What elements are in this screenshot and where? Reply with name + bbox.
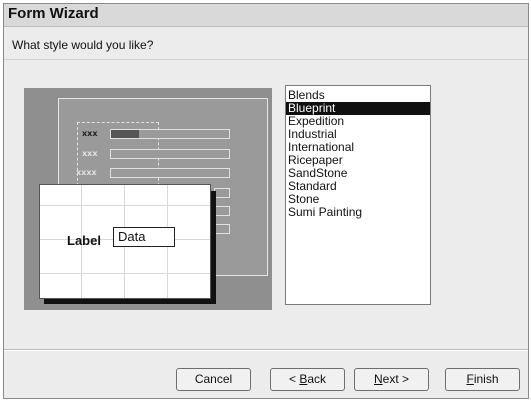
preview-row-field: [110, 168, 230, 178]
preview-row-label: xxxx: [76, 168, 97, 177]
cancel-button-label: Cancel: [194, 372, 233, 386]
window-title: Form Wizard: [8, 5, 99, 22]
preview-row-label: xxx: [82, 149, 98, 158]
preview-row-field: [214, 206, 230, 216]
preview-row-field: [110, 129, 230, 139]
finish-button[interactable]: Finish: [445, 368, 520, 391]
style-list-item[interactable]: Sumi Painting: [286, 206, 430, 219]
back-button-prefix: <: [288, 372, 300, 386]
preview-data-field: Data: [113, 227, 175, 247]
back-button-label: ack: [307, 372, 327, 386]
next-button-label: ext >: [382, 372, 410, 386]
preview-row-field: [110, 149, 230, 159]
style-prompt: What style would you like?: [12, 38, 154, 52]
preview-row-field: [214, 224, 230, 234]
finish-button-mnemonic: F: [466, 372, 474, 386]
back-button[interactable]: < Back: [270, 368, 345, 391]
cancel-button[interactable]: Cancel: [176, 368, 251, 391]
footer-divider-highlight: [4, 350, 528, 351]
preview-row-field: [214, 188, 230, 198]
title-bar[interactable]: Form Wizard: [4, 4, 528, 27]
header-divider: [4, 59, 528, 60]
finish-button-label: inish: [473, 372, 499, 386]
preview-row-label: xxx: [82, 129, 98, 138]
next-button-mnemonic: N: [373, 372, 383, 386]
preview-label: Label: [67, 233, 101, 248]
preview-row-field-highlight: [111, 130, 139, 138]
style-listbox[interactable]: Blends Blueprint Expedition Industrial Inter…: [285, 85, 431, 305]
form-wizard-window: Form Wizard What style would you like? x…: [3, 3, 529, 399]
next-button[interactable]: Next >: [354, 368, 429, 391]
style-preview: xxx xxx xxxx Label Data: [24, 88, 272, 310]
preview-card: Label Data: [39, 184, 211, 299]
